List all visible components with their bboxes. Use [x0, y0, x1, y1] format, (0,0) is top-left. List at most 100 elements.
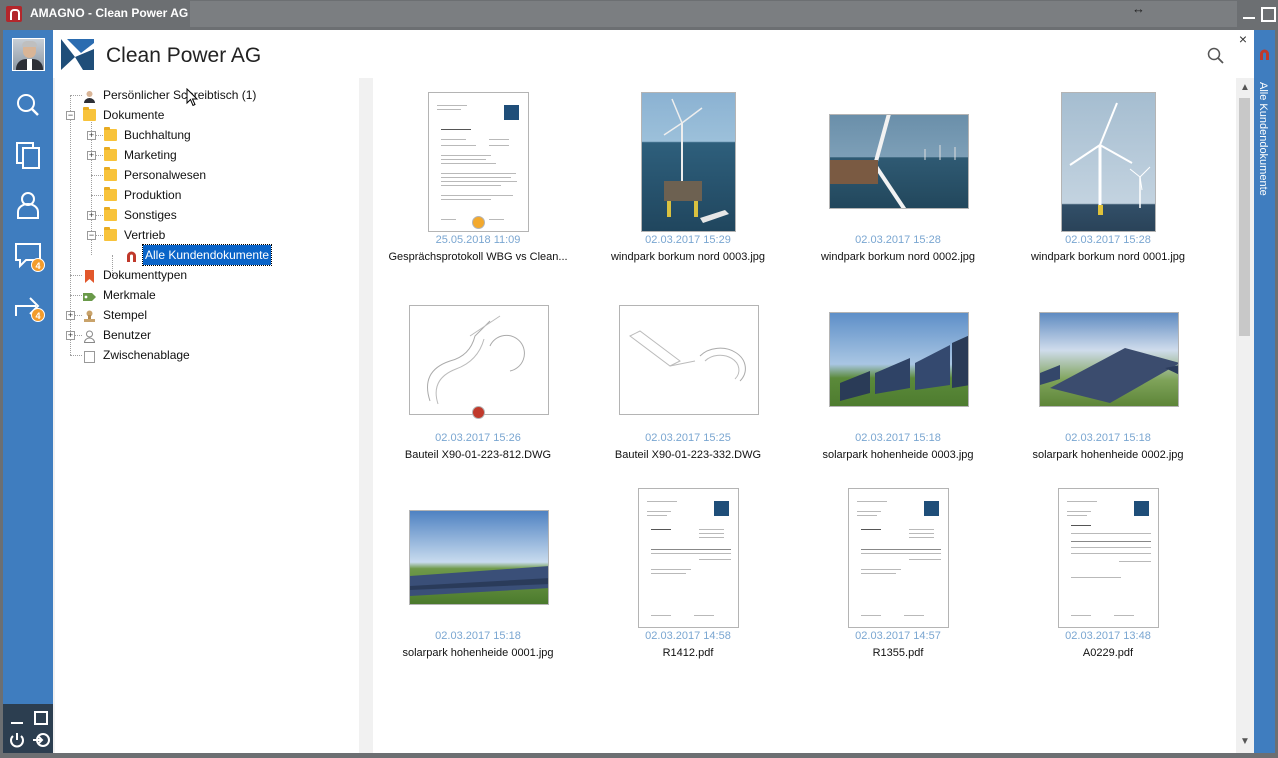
user-icon [83, 329, 96, 343]
header-search-button[interactable] [1206, 46, 1226, 66]
document-date: 02.03.2017 15:18 [1065, 432, 1151, 444]
document-tile[interactable]: 02.03.2017 15:28 windpark borkum nord 00… [793, 90, 1003, 280]
minimize-button[interactable] [1241, 5, 1257, 21]
search-icon [17, 94, 39, 116]
tree-item-label: Alle Kundendokumente [141, 244, 273, 266]
magnet-icon [125, 249, 138, 262]
right-panel-label: Alle Kundendokumente [1257, 82, 1269, 196]
tree-item-label: Produktion [124, 188, 182, 202]
maximize-button[interactable] [1259, 5, 1276, 22]
document-name: windpark borkum nord 0002.jpg [820, 251, 976, 263]
tree-item-persoenlicher-schreibtisch[interactable]: Persönlicher Schreibtisch (1) [55, 85, 355, 105]
tree-item-sonstiges[interactable]: + Sonstiges [55, 205, 355, 225]
collapse-toggle[interactable]: − [66, 111, 75, 120]
folder-icon [104, 147, 117, 161]
search-nav-button[interactable] [11, 88, 45, 122]
tree-item-vertrieb[interactable]: − Vertrieb [55, 225, 355, 245]
sign-in-icon[interactable] [32, 731, 50, 749]
messages-nav-button[interactable]: 4 [11, 238, 45, 272]
tree-item-label: Persönlicher Schreibtisch (1) [103, 88, 257, 102]
document-thumbnail [583, 486, 793, 628]
company-title: Clean Power AG [106, 44, 262, 67]
document-tile[interactable]: 02.03.2017 15:18 solarpark hohenheide 00… [373, 486, 583, 676]
tree-item-produktion[interactable]: Produktion [55, 185, 355, 205]
expand-toggle[interactable]: + [66, 311, 75, 320]
tree-item-label: Stempel [103, 308, 148, 322]
document-date: 02.03.2017 14:57 [855, 630, 941, 642]
document-date: 02.03.2017 15:28 [855, 234, 941, 246]
document-name: Bauteil X90-01-223-812.DWG [404, 449, 552, 461]
tree-item-personalwesen[interactable]: Personalwesen [55, 165, 355, 185]
folder-icon [83, 107, 96, 121]
collapse-toggle[interactable]: − [87, 231, 96, 240]
window-title: AMAGNO - Clean Power AG [30, 6, 189, 20]
document-tile[interactable]: 02.03.2017 15:18 solarpark hohenheide 00… [1003, 288, 1213, 478]
tree-item-alle-kundendokumente[interactable]: Alle Kundendokumente [55, 244, 355, 266]
bottom-border [0, 753, 1278, 758]
documents-icon [16, 142, 40, 169]
left-navigation: 4 4 [3, 30, 53, 753]
image-thumbnail [1003, 288, 1213, 428]
tree-item-label: Merkmale [103, 288, 156, 302]
folder-icon [104, 207, 117, 221]
tree-item-stempel[interactable]: + Stempel [55, 305, 355, 325]
expand-toggle[interactable]: + [87, 211, 96, 220]
document-tile[interactable]: 02.03.2017 15:29 windpark borkum nord 00… [583, 90, 793, 280]
scroll-thumb[interactable] [1239, 98, 1250, 336]
scroll-down-arrow-icon[interactable]: ▼ [1240, 736, 1250, 747]
vertical-scrollbar[interactable]: ▲ ▼ [1236, 78, 1253, 753]
expand-toggle[interactable]: + [87, 131, 96, 140]
folder-tree: Persönlicher Schreibtisch (1) − Dokument… [55, 78, 359, 753]
right-side-panel[interactable]: Alle Kundendokumente [1254, 30, 1275, 753]
tree-item-label: Marketing [124, 148, 177, 162]
document-date: 25.05.2018 11:09 [435, 234, 521, 246]
user-icon [17, 192, 39, 219]
document-date: 02.03.2017 15:28 [1065, 234, 1151, 246]
scroll-up-arrow-icon[interactable]: ▲ [1240, 82, 1250, 93]
document-tile[interactable]: 25.05.2018 11:09 Gesprächsprotokoll WBG … [373, 90, 583, 280]
document-tile[interactable]: 02.03.2017 15:26 Bauteil X90-01-223-812.… [373, 288, 583, 478]
nav-bottom-bar [3, 704, 53, 753]
expand-toggle[interactable]: + [87, 151, 96, 160]
image-thumbnail [373, 486, 583, 626]
title-bar[interactable]: AMAGNO - Clean Power AG ↔ [0, 0, 1278, 28]
app-window: AMAGNO - Clean Power AG ↔ 4 4 Clean Powe… [0, 0, 1278, 758]
minimize-icon[interactable] [8, 709, 26, 727]
tree-item-label: Zwischenablage [103, 348, 190, 362]
user-avatar[interactable] [12, 38, 45, 71]
tree-item-zwischenablage[interactable]: Zwischenablage [55, 345, 355, 365]
tree-item-marketing[interactable]: + Marketing [55, 145, 355, 165]
close-button[interactable]: × [1236, 32, 1250, 47]
document-date: 02.03.2017 15:18 [435, 630, 521, 642]
clipboard-icon [83, 349, 96, 363]
tree-item-dokumente[interactable]: − Dokumente [55, 105, 355, 125]
expand-toggle[interactable]: + [66, 331, 75, 340]
magnet-icon [1258, 48, 1271, 61]
tree-item-benutzer[interactable]: + Benutzer [55, 325, 355, 345]
document-tile[interactable]: 02.03.2017 15:18 solarpark hohenheide 00… [793, 288, 1003, 478]
tree-item-label: Dokumenttypen [103, 268, 188, 282]
document-name: R1355.pdf [872, 647, 924, 659]
document-tile[interactable]: 02.03.2017 15:28 windpark borkum nord 00… [1003, 90, 1213, 280]
tree-item-label: Personalwesen [124, 168, 207, 182]
tag-icon [83, 289, 96, 301]
tree-item-label: Vertrieb [124, 228, 166, 242]
document-name: solarpark hohenheide 0002.jpg [1032, 449, 1184, 461]
document-tile[interactable]: 02.03.2017 13:48 A0229.pdf [1003, 486, 1213, 676]
document-tile[interactable]: 02.03.2017 15:25 Bauteil X90-01-223-332.… [583, 288, 793, 478]
document-tile[interactable]: 02.03.2017 14:57 R1355.pdf [793, 486, 1003, 676]
maximize-icon[interactable] [32, 709, 50, 727]
messages-badge: 4 [31, 258, 45, 272]
users-nav-button[interactable] [11, 188, 45, 222]
tree-item-merkmale[interactable]: Merkmale [55, 285, 355, 305]
document-name: R1412.pdf [662, 647, 714, 659]
tasks-nav-button[interactable]: 4 [11, 288, 45, 322]
document-tile[interactable]: 02.03.2017 14:58 R1412.pdf [583, 486, 793, 676]
documents-nav-button[interactable] [11, 138, 45, 172]
resize-cursor-icon: ↔ [1132, 1, 1145, 16]
tree-item-dokumenttypen[interactable]: Dokumenttypen [55, 265, 355, 285]
power-icon[interactable] [8, 731, 26, 749]
document-name: Gesprächsprotokoll WBG vs Clean... [388, 251, 568, 263]
tasks-badge: 4 [31, 308, 45, 322]
tree-item-buchhaltung[interactable]: + Buchhaltung [55, 125, 355, 145]
